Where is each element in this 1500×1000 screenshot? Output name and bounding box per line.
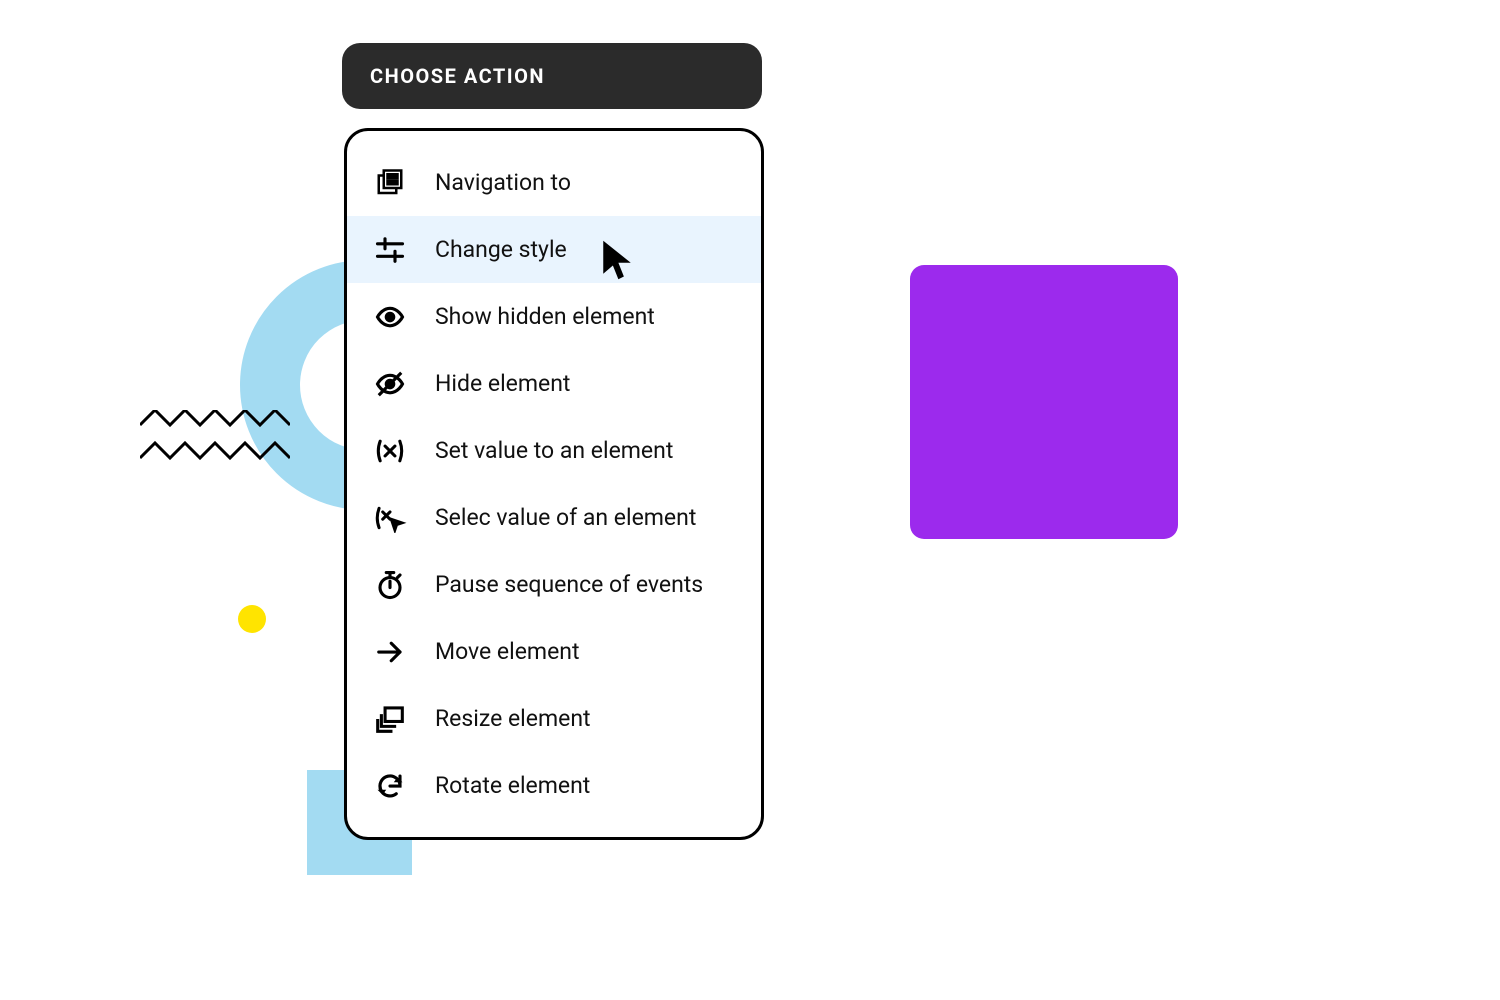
menu-item-label: Pause sequence of events [435,571,703,598]
menu-item-label: Selec value of an element [435,504,696,531]
menu-item-rotate-element[interactable]: Rotate element [347,752,761,819]
arrow-right-icon [373,635,407,669]
select-value-icon [373,501,407,535]
menu-item-pause-sequence[interactable]: Pause sequence of events [347,551,761,618]
menu-item-hide-element[interactable]: Hide element [347,350,761,417]
menu-item-navigation-to[interactable]: Navigation to [347,149,761,216]
menu-item-label: Rotate element [435,772,590,799]
menu-item-change-style[interactable]: Change style [347,216,761,283]
menu-item-label: Set value to an element [435,437,673,464]
sliders-icon [373,233,407,267]
menu-item-label: Show hidden element [435,303,655,330]
decorative-yellow-dot [238,605,266,633]
decorative-purple-square [910,265,1178,539]
eye-off-icon [373,367,407,401]
menu-item-label: Navigation to [435,169,571,196]
set-value-icon [373,434,407,468]
timer-icon [373,568,407,602]
choose-action-header: CHOOSE ACTION [342,43,762,109]
menu-item-select-value[interactable]: Selec value of an element [347,484,761,551]
rotate-icon [373,769,407,803]
navigation-icon [373,166,407,200]
eye-icon [373,300,407,334]
menu-item-set-value[interactable]: Set value to an element [347,417,761,484]
decorative-zigzag [140,410,290,470]
menu-item-label: Change style [435,236,567,263]
menu-item-resize-element[interactable]: Resize element [347,685,761,752]
menu-item-label: Move element [435,638,580,665]
resize-icon [373,702,407,736]
menu-item-show-hidden-element[interactable]: Show hidden element [347,283,761,350]
menu-item-label: Resize element [435,705,591,732]
action-menu: Navigation to Change style Show hidden e… [344,128,764,840]
mouse-cursor [600,238,634,282]
header-title: CHOOSE ACTION [370,64,545,88]
menu-item-move-element[interactable]: Move element [347,618,761,685]
menu-item-label: Hide element [435,370,570,397]
